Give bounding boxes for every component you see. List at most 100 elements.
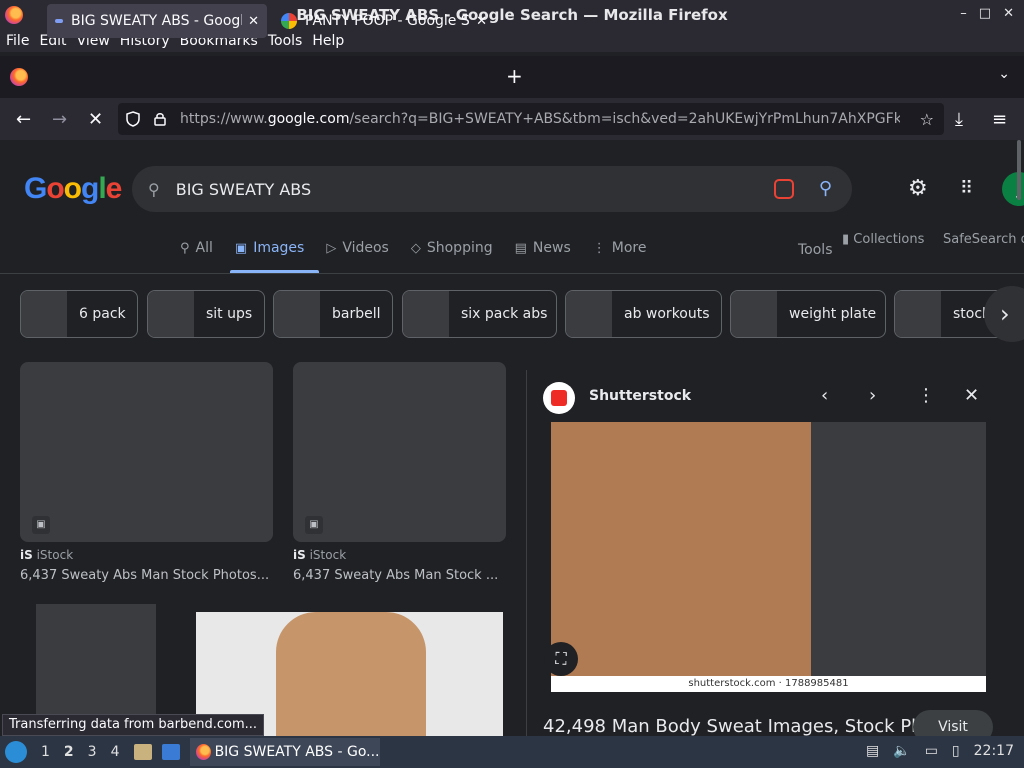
app-menu-button[interactable]: ≡ — [992, 109, 1007, 130]
workspace-1[interactable]: 1 — [41, 744, 50, 760]
tab-shopping[interactable]: ◇ Shopping — [411, 240, 493, 256]
tracking-protection-icon[interactable] — [126, 111, 140, 127]
workspace-2[interactable]: 2 — [64, 744, 74, 760]
close-tab-icon[interactable]: ✕ — [248, 14, 259, 29]
menu-file[interactable]: File — [6, 33, 29, 49]
tab-label: PANTY POOP - Google Search — [305, 13, 470, 29]
notes-icon[interactable]: ▯ — [952, 743, 960, 759]
tab-panty-poop[interactable]: PANTY POOP - Google Search ✕ — [273, 4, 495, 38]
previous-image-icon[interactable]: ‹ — [821, 385, 828, 406]
image-type-icon: ▣ — [32, 516, 50, 534]
search-icon: ⚲ — [180, 240, 190, 256]
safesearch-button[interactable]: SafeSearch on — [943, 232, 1024, 247]
taskbar-firefox-task[interactable]: BIG SWEATY ABS - Go... — [189, 738, 380, 766]
close-panel-icon[interactable]: ✕ — [964, 385, 979, 406]
image-result[interactable]: ▣ — [20, 362, 273, 542]
tag-icon: ◇ — [410, 240, 421, 256]
tab-big-sweaty-abs[interactable]: BIG SWEATY ABS - Google Search ✕ — [47, 4, 267, 38]
loading-icon — [55, 19, 63, 23]
divider — [0, 273, 1024, 274]
tab-news[interactable]: ▤ News — [515, 240, 571, 256]
tab-label: BIG SWEATY ABS - Google Search — [71, 13, 242, 29]
volume-icon[interactable]: 🔈 — [893, 743, 910, 759]
chip-thumbnail — [403, 291, 449, 337]
google-apps-icon[interactable]: ⠿ — [960, 178, 974, 199]
url-text[interactable]: https://www.google.com/search?q=BIG+SWEA… — [180, 111, 900, 127]
maximize-button[interactable]: □ — [979, 6, 991, 21]
tab-all[interactable]: ⚲ All — [180, 240, 213, 256]
stop-button[interactable]: ✕ — [88, 109, 103, 130]
chip-thumbnail — [21, 291, 67, 337]
search-button-icon[interactable]: ⚲ — [819, 178, 832, 199]
image-result[interactable]: ▣ — [293, 362, 506, 542]
chip-thumbnail — [148, 291, 194, 337]
page-scrollbar[interactable] — [1017, 140, 1021, 200]
tab-images[interactable]: ▣ Images — [235, 240, 304, 256]
preview-image-placeholder — [551, 422, 811, 692]
lock-icon[interactable] — [154, 112, 166, 126]
network-icon[interactable]: ▭ — [925, 743, 938, 759]
related-chip-six-pack-abs[interactable]: six pack abs — [402, 290, 557, 338]
search-type-tabs: ⚲ All ▣ Images ▷ Videos ◇ Shopping ▤ News ⋮ Mo… — [180, 240, 668, 256]
new-tab-button[interactable]: + — [506, 64, 523, 88]
more-vertical-icon: ⋮ — [592, 240, 606, 256]
more-options-icon[interactable]: ⋮ — [917, 385, 935, 406]
downloads-button[interactable]: ⤓ — [955, 109, 963, 130]
page-content: Google ⚲ BIG SWEATY ABS ⚲ ⚙ ⠿ j ⚲All ▣Im… — [0, 140, 1024, 736]
tab-videos[interactable]: ▷ Videos — [326, 240, 389, 256]
tools-button[interactable]: Tools — [798, 242, 833, 258]
search-box[interactable]: ⚲ BIG SWEATY ABS ⚲ — [132, 166, 852, 212]
video-icon: ▷ — [326, 240, 337, 256]
google-favicon-icon — [281, 13, 297, 29]
next-image-icon[interactable]: › — [869, 385, 876, 406]
clock[interactable]: 22:17 — [974, 743, 1014, 759]
panel-title[interactable]: 42,498 Man Body Sweat Images, Stock Ph..… — [543, 716, 940, 736]
related-chip-6-pack[interactable]: 6 pack — [20, 290, 138, 338]
image-type-icon: ▣ — [305, 516, 323, 534]
result-caption[interactable]: 6,437 Sweaty Abs Man Stock ... — [293, 568, 506, 583]
search-input[interactable]: BIG SWEATY ABS — [176, 180, 311, 199]
url-bar[interactable]: https://www.google.com/search?q=BIG+SWEA… — [118, 103, 944, 135]
related-chip-sit-ups[interactable]: sit ups — [147, 290, 265, 338]
chip-thumbnail — [566, 291, 612, 337]
minimize-button[interactable]: – — [960, 6, 967, 21]
bookmark-icon: ▮ — [842, 232, 854, 247]
tab-more[interactable]: ⋮ More — [593, 240, 647, 256]
search-icon: ⚲ — [148, 179, 160, 199]
back-button[interactable]: ← — [16, 109, 31, 130]
news-icon: ▤ — [514, 240, 527, 256]
file-manager-icon[interactable] — [133, 744, 152, 760]
workspace-3[interactable]: 3 — [88, 744, 97, 760]
result-caption[interactable]: 6,437 Sweaty Abs Man Stock Photos... — [20, 568, 273, 583]
result-source[interactable]: iS iStock — [293, 548, 346, 562]
visit-button[interactable]: Visit — [913, 710, 993, 736]
firefox-icon — [195, 744, 211, 760]
firefox-view-icon[interactable] — [10, 68, 28, 86]
collections-button[interactable]: ▮ Collections — [842, 232, 924, 247]
start-menu-icon[interactable] — [5, 741, 27, 763]
related-chip-weight-plate[interactable]: weight plate — [730, 290, 886, 338]
close-window-button[interactable]: ✕ — [1003, 6, 1014, 21]
related-chip-ab-workouts[interactable]: ab workouts — [565, 290, 722, 338]
list-tabs-button[interactable]: ⌄ — [998, 66, 1010, 82]
chip-thumbnail — [274, 291, 320, 337]
shutterstock-logo — [543, 382, 575, 414]
show-desktop-icon[interactable] — [161, 744, 180, 760]
google-lens-icon[interactable]: ⛶ — [544, 642, 578, 676]
panel-source-name[interactable]: Shutterstock — [589, 388, 691, 404]
camera-search-icon[interactable] — [774, 179, 794, 199]
clipboard-icon[interactable]: ▤ — [866, 743, 879, 759]
taskbar: 1 2 3 4 BIG SWEATY ABS - Go... ▤ 🔈 ▭ ▯ 2… — [0, 736, 1024, 768]
bookmark-star-icon[interactable]: ☆ — [920, 110, 934, 129]
close-tab-icon[interactable]: ✕ — [476, 14, 487, 29]
status-text: Transferring data from barbend.com... — [2, 714, 265, 736]
related-chip-barbell[interactable]: barbell — [273, 290, 393, 338]
forward-button[interactable]: → — [52, 109, 67, 130]
image-result-placeholder — [276, 612, 426, 736]
preview-image[interactable] — [551, 422, 986, 692]
workspace-4[interactable]: 4 — [111, 744, 120, 760]
settings-gear-icon[interactable]: ⚙ — [908, 176, 928, 201]
result-source[interactable]: iS iStock — [20, 548, 73, 562]
chip-thumbnail — [895, 291, 941, 337]
google-logo[interactable]: Google — [24, 172, 122, 206]
